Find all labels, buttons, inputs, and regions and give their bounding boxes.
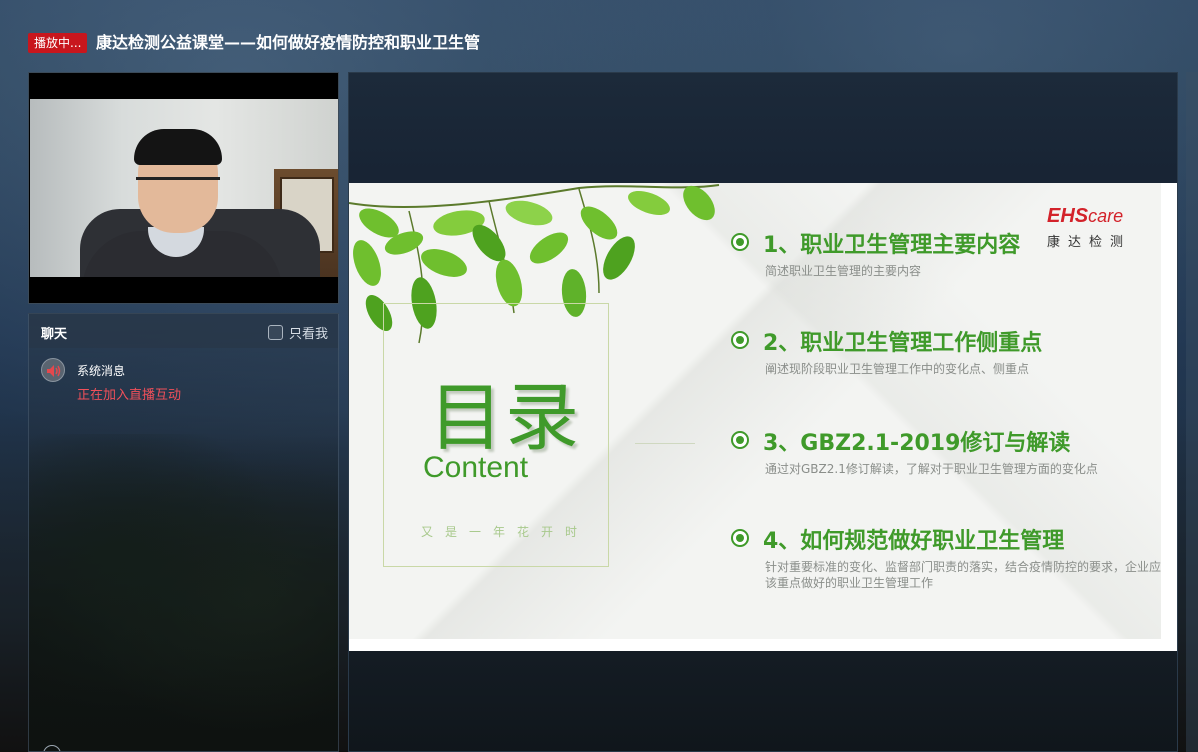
toc-item-heading: 3、GBZ2.1-2019修订与解读	[763, 431, 1071, 456]
presenter-hair-shape	[134, 129, 222, 165]
toc-item-description: 通过对GBZ2.1修订解读，了解对于职业卫生管理方面的变化点	[765, 462, 1098, 476]
only-me-checkbox[interactable]	[267, 325, 283, 340]
chat-background-trees	[29, 434, 338, 751]
toc-item-description: 简述职业卫生管理的主要内容	[765, 264, 922, 278]
slide-tagline: 又是一年花开时	[421, 525, 590, 539]
brand-logo-main: EHS	[1047, 205, 1089, 227]
toc-item-description: 阐述现阶段职业卫生管理工作中的变化点、侧重点	[765, 362, 1030, 376]
toc-item-description: 针对重要标准的变化、监督部门职责的落实，结合疫情防控的要求，企业应该重点做好的职…	[765, 560, 1162, 590]
only-me-label: 只看我	[288, 327, 328, 342]
presenter-camera-panel[interactable]	[28, 72, 339, 304]
brand-logo-mark: EHScare	[1047, 205, 1123, 228]
bullet-icon	[731, 233, 749, 251]
camera-bottom-bar	[29, 277, 338, 303]
live-status-badge: 播放中...	[28, 33, 88, 53]
presenter-video	[30, 99, 338, 277]
presentation-slide: 目录 Content 又是一年花开时 EHScare 康达检测 1、职业卫生管理…	[349, 183, 1177, 651]
chat-message: 系统消息 正在加入直播互动	[41, 358, 331, 403]
chat-title: 聊天	[41, 327, 68, 342]
chat-header: 聊天 只看我	[29, 314, 338, 348]
brand-logo-suffix: care	[1088, 206, 1124, 226]
bullet-icon	[731, 529, 749, 547]
slide-title: 目录	[429, 375, 581, 461]
divider-line	[635, 443, 695, 444]
speaker-icon	[41, 358, 65, 382]
slide-subtitle: Content	[423, 451, 529, 484]
live-room-title: 康达检测公益课堂——如何做好疫情防控和职业卫生管	[96, 33, 481, 52]
only-me-toggle[interactable]: 只看我	[267, 323, 328, 342]
slide-edge-right	[1161, 183, 1177, 651]
right-edge-panel[interactable]	[1186, 72, 1198, 752]
stage-bottom-area	[349, 651, 1177, 751]
chat-message-sender: 系统消息	[77, 364, 126, 378]
top-bar: 播放中... 康达检测公益课堂——如何做好疫情防控和职业卫生管	[0, 0, 1198, 72]
toc-item-heading: 4、如何规范做好职业卫生管理	[763, 529, 1065, 554]
brand-logo: EHScare 康达检测	[1047, 205, 1147, 250]
presenter-glasses-shape	[136, 177, 220, 198]
slide-edge-bottom	[349, 639, 1177, 651]
chat-panel: 聊天 只看我 系统消息 正在加入直播互动	[28, 313, 339, 752]
chat-message-text: 正在加入直播互动	[77, 388, 182, 403]
presentation-stage[interactable]: 目录 Content 又是一年花开时 EHScare 康达检测 1、职业卫生管理…	[348, 72, 1178, 752]
bullet-icon	[731, 431, 749, 449]
toc-item-heading: 1、职业卫生管理主要内容	[763, 233, 1021, 258]
toc-item-heading: 2、职业卫生管理工作侧重点	[763, 331, 1043, 356]
brand-name: 康达检测	[1047, 235, 1132, 250]
bullet-icon	[731, 331, 749, 349]
